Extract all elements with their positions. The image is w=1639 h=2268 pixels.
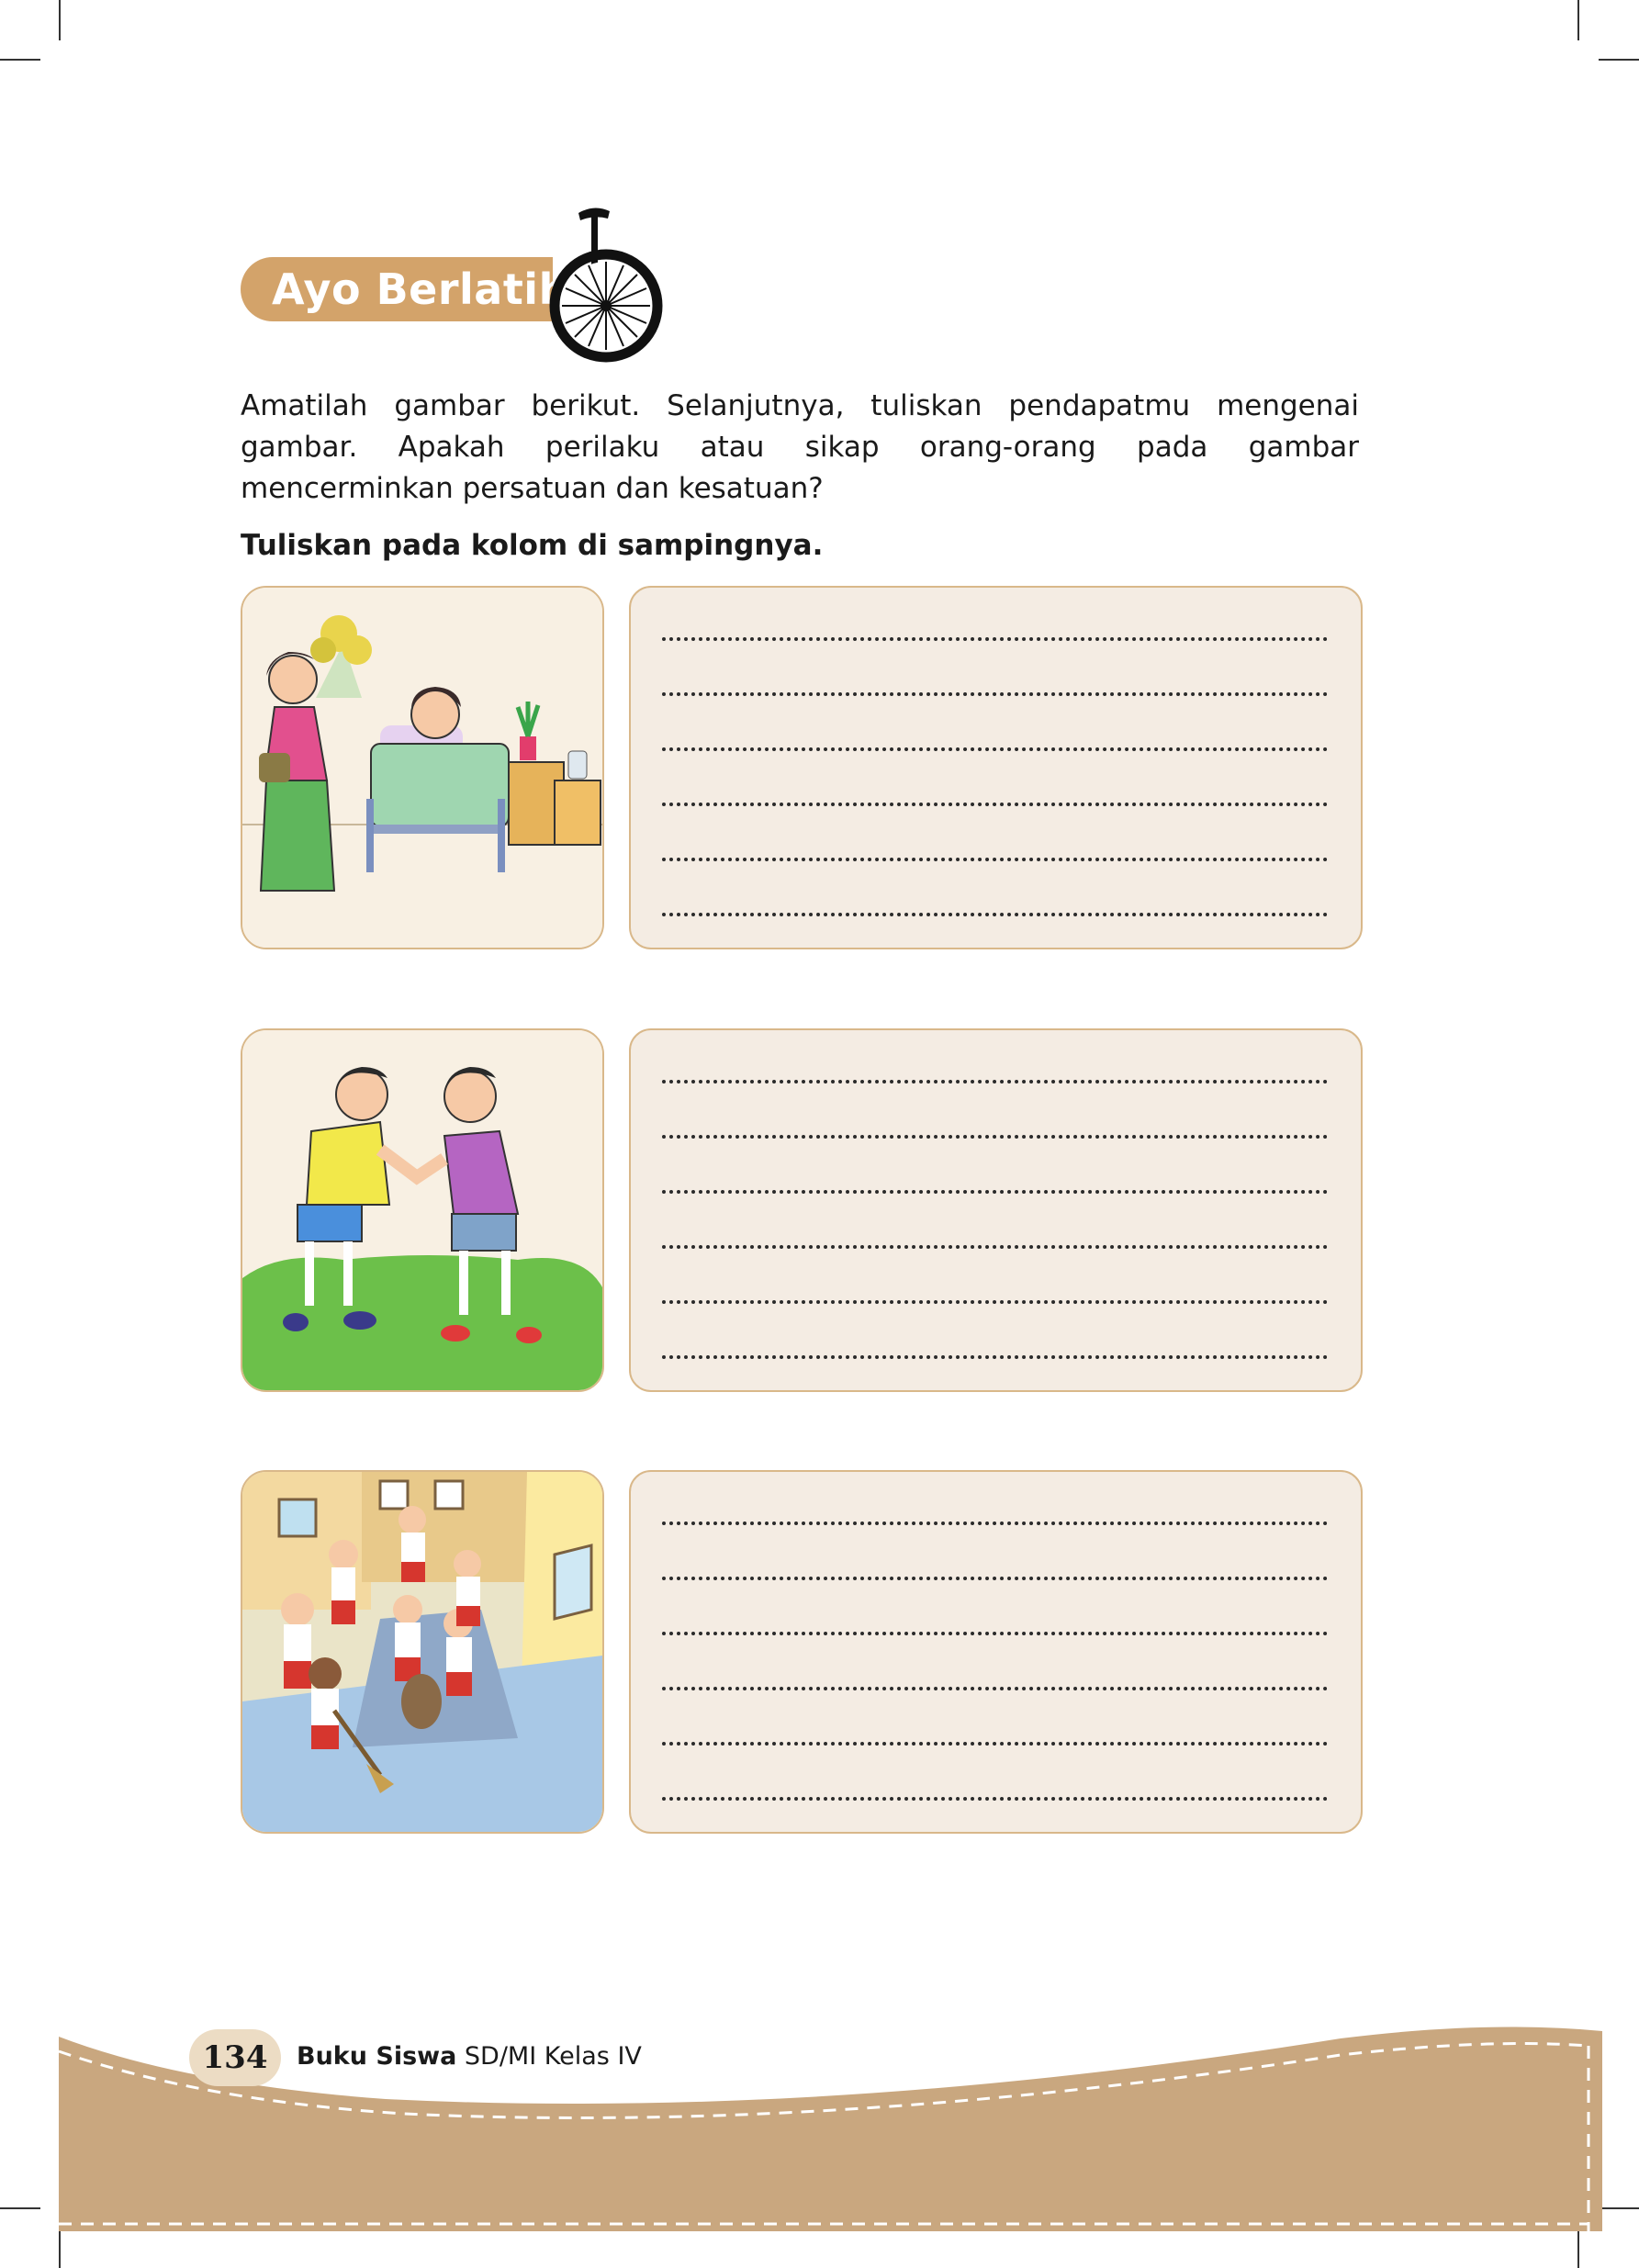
boys-fighting-illustration xyxy=(241,1028,604,1392)
answer-box[interactable] xyxy=(629,1028,1363,1392)
crop-mark xyxy=(1599,59,1639,61)
crop-mark xyxy=(1577,0,1579,40)
students-cleaning-street-illustration xyxy=(241,1470,604,1834)
instruction-text: Tuliskan pada kolom di sampingnya. xyxy=(241,529,824,562)
page-number: 134 xyxy=(189,2029,281,2086)
intro-paragraph: Amatilah gambar berikut. Selanjutnya, tu… xyxy=(241,389,1359,505)
book-title-rest: SD/MI Kelas IV xyxy=(456,2042,642,2071)
visiting-sick-friend-illustration xyxy=(241,586,604,949)
answer-box[interactable] xyxy=(629,1470,1363,1834)
answer-box[interactable] xyxy=(629,586,1363,949)
book-title-bold: Buku Siswa xyxy=(297,2042,457,2071)
section-title: Ayo Berlatih xyxy=(272,264,569,314)
unicycle-icon xyxy=(549,208,663,363)
book-title: Buku Siswa SD/MI Kelas IV xyxy=(297,2038,642,2075)
crop-mark xyxy=(59,0,61,40)
crop-mark xyxy=(0,59,40,61)
